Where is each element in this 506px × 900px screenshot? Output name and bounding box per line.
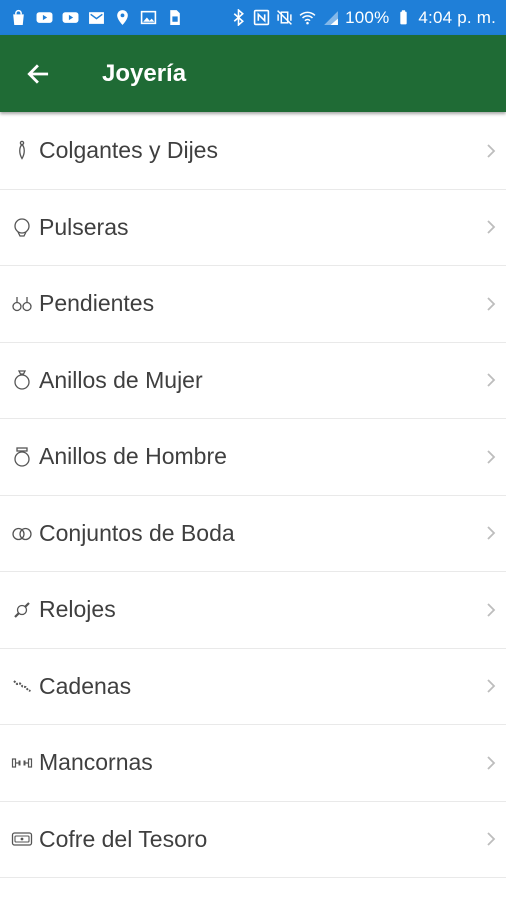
signal-icon (322, 9, 339, 26)
chevron-right-icon (476, 677, 506, 695)
list-item-label: Pendientes (39, 290, 155, 317)
treasure-chest-icon (0, 801, 39, 877)
shopping-bag-icon (10, 9, 27, 26)
page-title: Joyería (102, 59, 187, 87)
cufflinks-icon (0, 725, 39, 801)
gmail-icon (88, 9, 105, 26)
arrow-left-icon (27, 63, 49, 84)
list-item-label: Relojes (39, 596, 116, 623)
chevron-right-icon (476, 754, 506, 772)
list-item-pulseras[interactable]: Pulseras (0, 189, 506, 266)
wifi-icon (299, 9, 316, 26)
status-bar-system: 100% 4:04 p. m. (230, 8, 496, 28)
battery-percent: 100% (345, 7, 390, 27)
pendant-icon (0, 113, 39, 189)
youtube-icon (62, 9, 79, 26)
list-item-relojes[interactable]: Relojes (0, 572, 506, 649)
wedding-rings-icon (0, 495, 39, 571)
list-item-label: Colgantes y Dijes (39, 137, 218, 164)
chevron-right-icon (476, 218, 506, 236)
list-item-conjuntos-de-boda[interactable]: Conjuntos de Boda (0, 495, 506, 572)
mens-ring-icon (0, 419, 39, 495)
bracelet-icon (0, 189, 39, 265)
image-icon (140, 9, 157, 26)
category-list: Colgantes y Dijes Pulseras Pendientes An… (0, 113, 506, 878)
bluetooth-icon (230, 9, 247, 26)
list-item-pendientes[interactable]: Pendientes (0, 266, 506, 343)
list-item-label: Conjuntos de Boda (39, 519, 235, 546)
app-bar: Joyería (0, 35, 506, 112)
list-item-label: Cofre del Tesoro (39, 825, 208, 852)
womens-ring-icon (0, 342, 39, 418)
chevron-right-icon (476, 601, 506, 619)
list-item-label: Mancornas (39, 749, 153, 776)
back-button[interactable] (0, 35, 80, 112)
chevron-right-icon (476, 830, 506, 848)
battery-icon (395, 9, 412, 26)
clock: 4:04 p. m. (418, 7, 496, 27)
vibrate-off-icon (276, 9, 293, 26)
chain-icon (0, 648, 39, 724)
chevron-right-icon (476, 142, 506, 160)
list-item-label: Cadenas (39, 672, 132, 699)
watch-icon (0, 572, 39, 648)
youtube-icon (36, 9, 53, 26)
status-bar: 100% 4:04 p. m. (0, 0, 506, 35)
list-item-colgantes-y-dijes[interactable]: Colgantes y Dijes (0, 113, 506, 190)
chevron-right-icon (476, 371, 506, 389)
list-item-mancornas[interactable]: Mancornas (0, 725, 506, 802)
list-item-cadenas[interactable]: Cadenas (0, 648, 506, 725)
list-item-label: Anillos de Mujer (39, 366, 203, 393)
list-item-anillos-de-mujer[interactable]: Anillos de Mujer (0, 342, 506, 419)
list-item-cofre-del-tesoro[interactable]: Cofre del Tesoro (0, 801, 506, 878)
location-pin-icon (114, 9, 131, 26)
chevron-right-icon (476, 295, 506, 313)
chevron-right-icon (476, 448, 506, 466)
list-item-label: Pulseras (39, 213, 129, 240)
list-item-label: Anillos de Hombre (39, 443, 227, 470)
earrings-icon (0, 266, 39, 342)
status-bar-notifications (10, 9, 183, 26)
nfc-icon (253, 9, 270, 26)
sim-icon (166, 9, 183, 26)
chevron-right-icon (476, 524, 506, 542)
list-item-anillos-de-hombre[interactable]: Anillos de Hombre (0, 419, 506, 496)
